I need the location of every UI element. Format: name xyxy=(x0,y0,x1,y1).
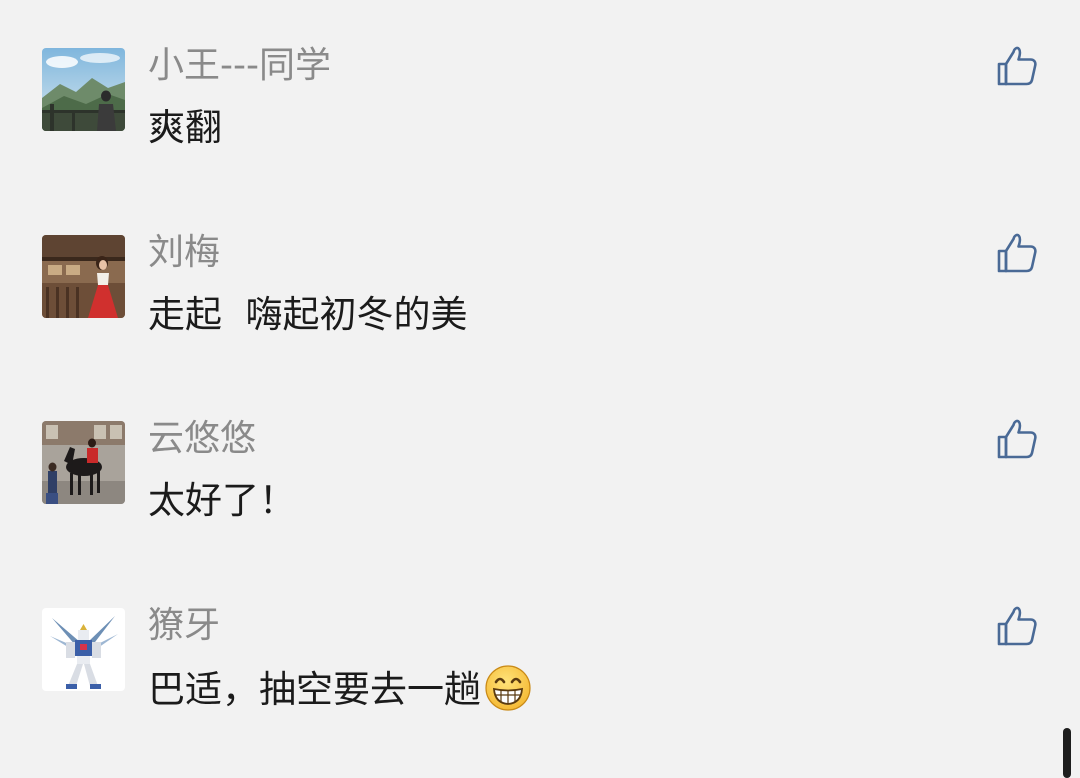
thumbs-up-icon[interactable] xyxy=(995,44,1039,88)
comment-username[interactable]: 云悠悠 xyxy=(148,417,256,461)
avatar[interactable] xyxy=(42,421,125,504)
comment-username[interactable]: 獠牙 xyxy=(148,604,220,648)
comment-item: 刘梅 走起 嗨起初冬的美 xyxy=(0,187,1080,373)
grinning-face-emoji xyxy=(485,665,531,711)
thumbs-up-icon[interactable] xyxy=(995,417,1039,461)
mountain-view-photo xyxy=(42,48,125,131)
gundam-robot-photo xyxy=(42,608,125,691)
comment-item: 云悠悠 太好了！ xyxy=(0,373,1080,559)
avatar[interactable] xyxy=(42,608,125,691)
comment-item: 小王---同学 爽翻 xyxy=(0,0,1080,186)
thumbs-up-icon[interactable] xyxy=(995,604,1039,648)
comment-text: 走起 嗨起初冬的美 xyxy=(148,293,468,336)
comment-text: 爽翻 xyxy=(148,106,222,149)
comment-username[interactable]: 刘梅 xyxy=(148,231,220,275)
avatar[interactable] xyxy=(42,48,125,131)
comment-item: 獠牙 巴适，抽空要去一趟 xyxy=(0,560,1080,746)
thumbs-up-icon[interactable] xyxy=(995,231,1039,275)
horse-rider-photo xyxy=(42,421,125,504)
comment-text: 巴适，抽空要去一趟 xyxy=(148,668,481,711)
woman-red-dress-photo xyxy=(42,235,125,318)
comment-text-row: 巴适，抽空要去一趟 xyxy=(148,664,532,714)
comment-username[interactable]: 小王---同学 xyxy=(148,44,331,88)
comment-text: 太好了！ xyxy=(148,479,296,522)
avatar[interactable] xyxy=(42,235,125,318)
scrollbar[interactable] xyxy=(1063,728,1071,778)
